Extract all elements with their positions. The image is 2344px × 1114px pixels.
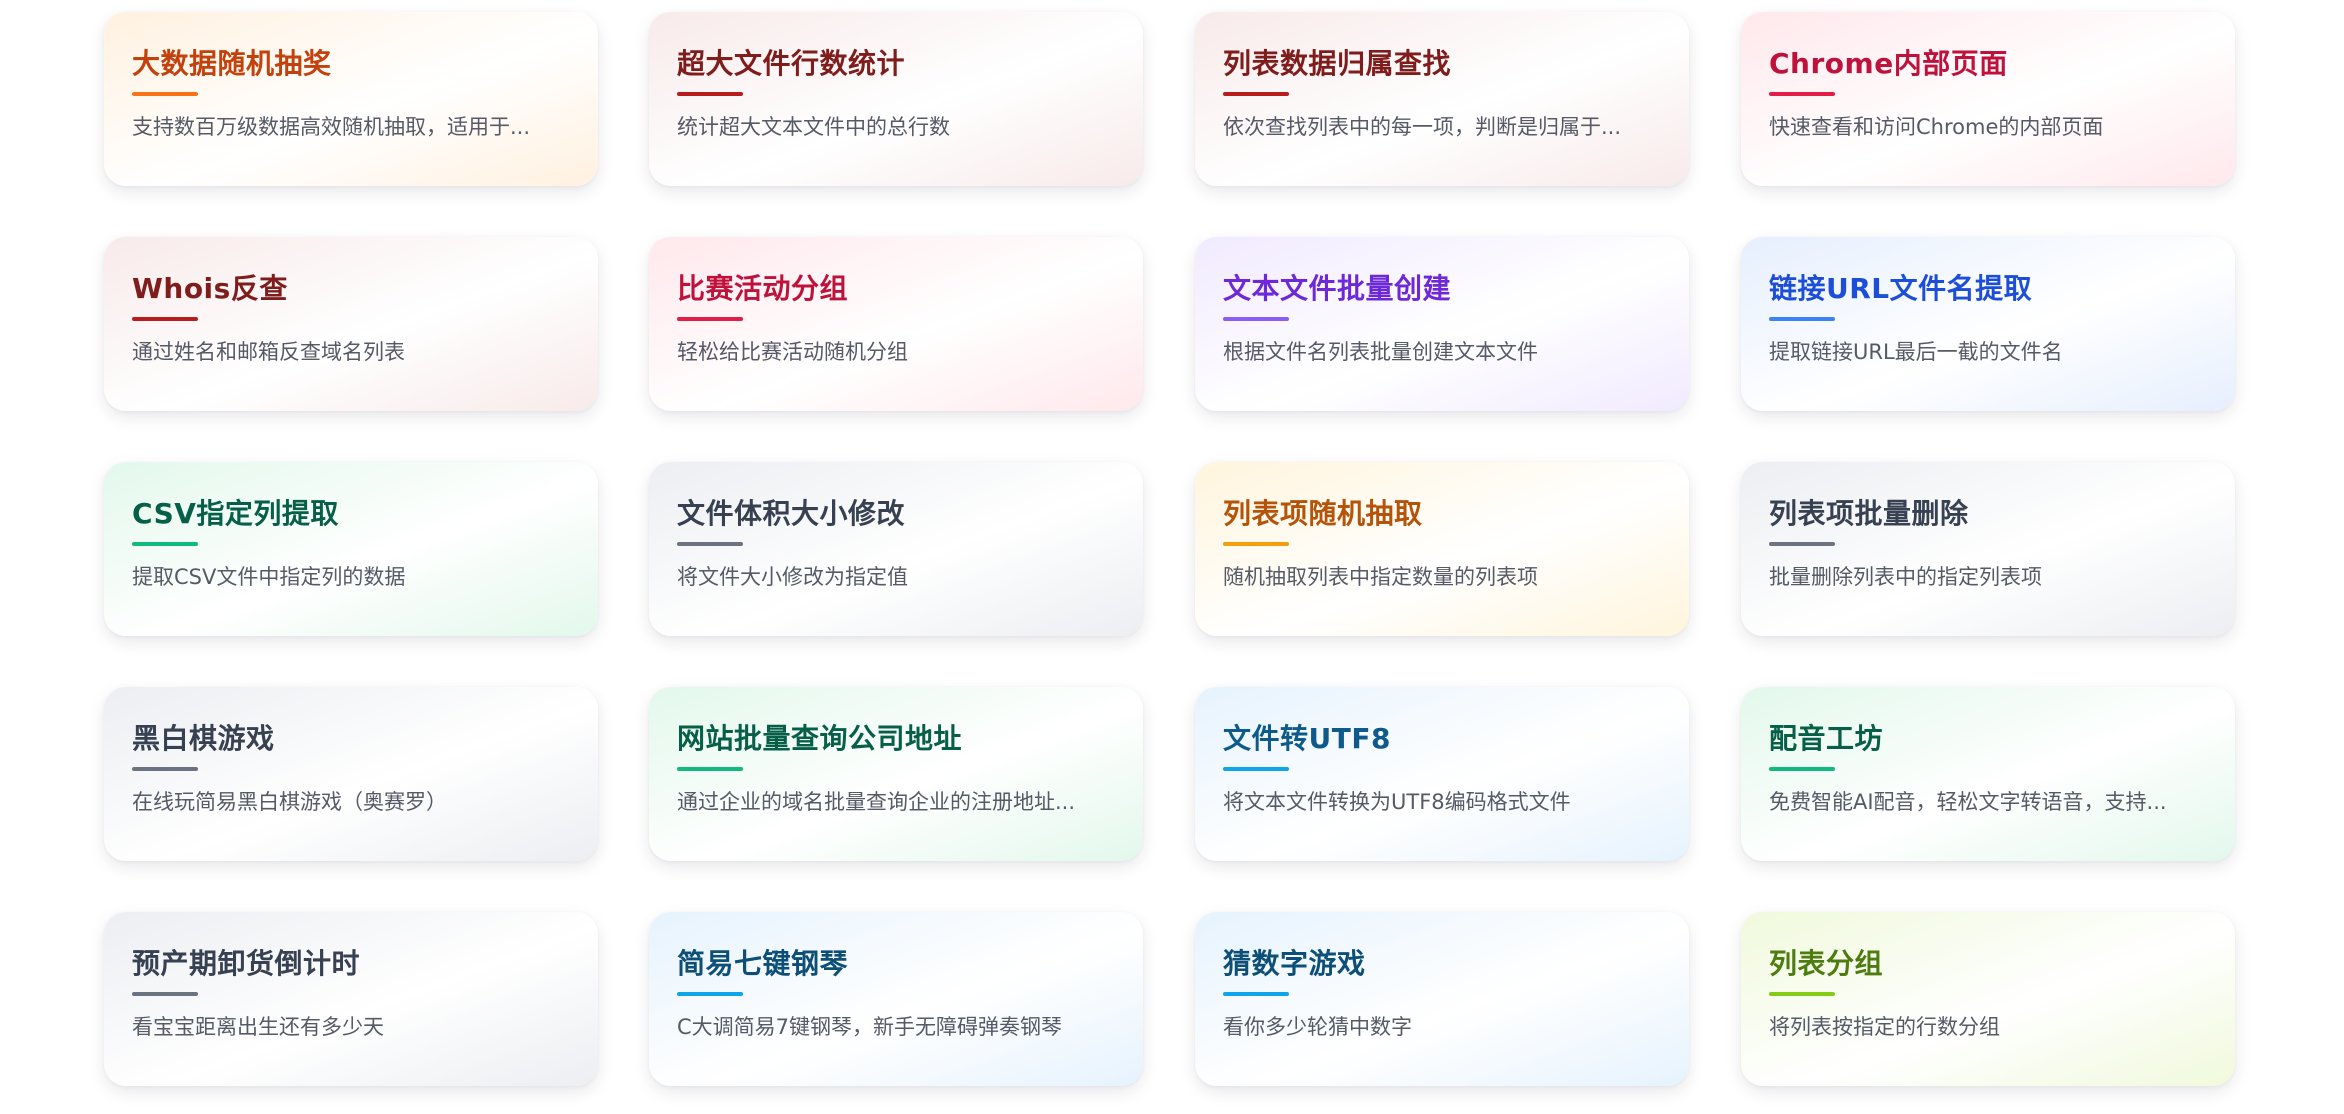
title-underline <box>677 992 743 996</box>
tool-card-title: Whois反查 <box>132 272 288 305</box>
tool-card-description: 看宝宝距离出生还有多少天 <box>132 1015 384 1039</box>
title-underline <box>677 542 743 546</box>
tool-card[interactable]: 配音工坊免费智能AI配音，轻松文字转语音，支持... <box>1741 687 2235 861</box>
tool-card[interactable]: Chrome内部页面快速查看和访问Chrome的内部页面 <box>1741 12 2235 186</box>
tool-card[interactable]: 简易七键钢琴 C大调简易7键钢琴，新手无障碍弹奏钢琴 <box>649 912 1143 1086</box>
tool-card-title: 文件转UTF8 <box>1223 722 1391 755</box>
tool-card-title: 列表项批量删除 <box>1769 497 1969 530</box>
tool-card-title: 黑白棋游戏 <box>132 722 275 755</box>
tool-card[interactable]: Whois反查通过姓名和邮箱反查域名列表 <box>104 237 598 411</box>
tool-card[interactable]: 文本文件批量创建根据文件名列表批量创建文本文件 <box>1195 237 1689 411</box>
tool-card-title: 简易七键钢琴 <box>677 947 849 980</box>
title-underline <box>1223 992 1289 996</box>
tool-card-title: 比赛活动分组 <box>677 272 849 305</box>
tool-card-description: 将文件大小修改为指定值 <box>677 565 908 589</box>
tool-card[interactable]: 列表分组将列表按指定的行数分组 <box>1741 912 2235 1086</box>
tool-card[interactable]: 列表项批量删除批量删除列表中的指定列表项 <box>1741 462 2235 636</box>
tool-card-title: 预产期卸货倒计时 <box>132 947 361 980</box>
title-underline <box>1769 767 1835 771</box>
tool-card-description: 免费智能AI配音，轻松文字转语音，支持... <box>1769 790 2167 814</box>
tool-card-title: 列表项随机抽取 <box>1223 497 1423 530</box>
tool-card-description: 轻松给比赛活动随机分组 <box>677 340 908 364</box>
tool-card-title: 列表数据归属查找 <box>1223 47 1452 80</box>
title-underline <box>677 317 743 321</box>
tool-card-title: 配音工坊 <box>1769 722 1884 755</box>
tool-card[interactable]: 猜数字游戏看你多少轮猜中数字 <box>1195 912 1689 1086</box>
tool-card-description: 批量删除列表中的指定列表项 <box>1769 565 2042 589</box>
tool-card-description: 将列表按指定的行数分组 <box>1769 1015 2000 1039</box>
tool-card-description: 通过姓名和邮箱反查域名列表 <box>132 340 405 364</box>
tool-card-description: 提取链接URL最后一截的文件名 <box>1769 340 2063 364</box>
tool-card-grid: 大数据随机抽奖支持数百万级数据高效随机抽取，适用于... 超大文件行数统计统计超大… <box>0 0 2344 1114</box>
title-underline <box>132 767 198 771</box>
tool-card[interactable]: 列表项随机抽取随机抽取列表中指定数量的列表项 <box>1195 462 1689 636</box>
tool-card-title: 文本文件批量创建 <box>1223 272 1452 305</box>
tool-card-description: 统计超大文本文件中的总行数 <box>677 115 950 139</box>
title-underline <box>132 317 198 321</box>
tool-card-title: Chrome内部页面 <box>1769 47 2008 80</box>
tool-card-description: 提取CSV文件中指定列的数据 <box>132 565 406 589</box>
tool-card-description: 根据文件名列表批量创建文本文件 <box>1223 340 1538 364</box>
tool-card-description: 支持数百万级数据高效随机抽取，适用于... <box>132 115 531 139</box>
tool-card[interactable]: 列表数据归属查找依次查找列表中的每一项，判断是归属于... <box>1195 12 1689 186</box>
title-underline <box>132 92 198 96</box>
title-underline <box>1769 317 1835 321</box>
tool-card-description: 快速查看和访问Chrome的内部页面 <box>1769 115 2104 139</box>
tool-card-title: CSV指定列提取 <box>132 497 339 530</box>
title-underline <box>1223 317 1289 321</box>
tool-card-title: 链接URL文件名提取 <box>1769 272 2033 305</box>
tool-card[interactable]: 大数据随机抽奖支持数百万级数据高效随机抽取，适用于... <box>104 12 598 186</box>
tool-card-description: 依次查找列表中的每一项，判断是归属于... <box>1223 115 1622 139</box>
tool-card[interactable]: 文件体积大小修改将文件大小修改为指定值 <box>649 462 1143 636</box>
tool-card[interactable]: 超大文件行数统计统计超大文本文件中的总行数 <box>649 12 1143 186</box>
tool-card-title: 超大文件行数统计 <box>677 47 906 80</box>
tool-card[interactable]: 网站批量查询公司地址通过企业的域名批量查询企业的注册地址... <box>649 687 1143 861</box>
tool-card-description: C大调简易7键钢琴，新手无障碍弹奏钢琴 <box>677 1015 1063 1039</box>
title-underline <box>132 542 198 546</box>
tool-card-description: 随机抽取列表中指定数量的列表项 <box>1223 565 1538 589</box>
title-underline <box>1769 92 1835 96</box>
title-underline <box>1223 767 1289 771</box>
tool-card[interactable]: 文件转UTF8 将文本文件转换为UTF8编码格式文件 <box>1195 687 1689 861</box>
tool-card-title: 列表分组 <box>1769 947 1884 980</box>
tool-card-title: 猜数字游戏 <box>1223 947 1366 980</box>
title-underline <box>1769 542 1835 546</box>
tool-card-title: 大数据随机抽奖 <box>132 47 332 80</box>
tool-card-description: 看你多少轮猜中数字 <box>1223 1015 1412 1039</box>
tool-card[interactable]: CSV指定列提取提取CSV文件中指定列的数据 <box>104 462 598 636</box>
title-underline <box>132 992 198 996</box>
title-underline <box>1769 992 1835 996</box>
title-underline <box>1223 542 1289 546</box>
tool-card[interactable]: 黑白棋游戏在线玩简易黑白棋游戏（奥赛罗） <box>104 687 598 861</box>
title-underline <box>677 767 743 771</box>
tool-card-description: 在线玩简易黑白棋游戏（奥赛罗） <box>132 790 447 814</box>
tool-card-description: 将文本文件转换为UTF8编码格式文件 <box>1223 790 1571 814</box>
tool-card[interactable]: 预产期卸货倒计时看宝宝距离出生还有多少天 <box>104 912 598 1086</box>
tool-card[interactable]: 链接URL文件名提取提取链接URL最后一截的文件名 <box>1741 237 2235 411</box>
tool-card-title: 文件体积大小修改 <box>677 497 906 530</box>
tool-card-title: 网站批量查询公司地址 <box>677 722 963 755</box>
tool-card[interactable]: 比赛活动分组轻松给比赛活动随机分组 <box>649 237 1143 411</box>
title-underline <box>1223 92 1289 96</box>
title-underline <box>677 92 743 96</box>
tool-card-description: 通过企业的域名批量查询企业的注册地址... <box>677 790 1076 814</box>
